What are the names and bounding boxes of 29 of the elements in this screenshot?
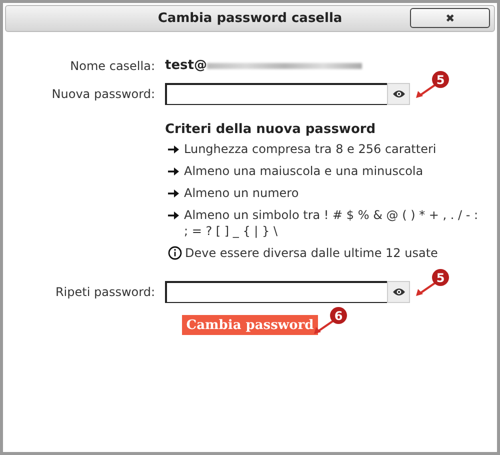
arrow-icon — [168, 167, 179, 176]
callout-badge: 5 — [432, 269, 449, 286]
callout-arrow — [415, 281, 437, 297]
criteria-heading: Criteri della nuova password — [165, 122, 377, 137]
show-password-button[interactable] — [387, 83, 410, 105]
criteria-text: Almeno un numero — [184, 185, 299, 201]
eye-icon — [392, 287, 406, 297]
callout-badge: 6 — [330, 307, 347, 324]
criteria-text: Deve essere diversa dalle ultime 12 usate — [185, 245, 438, 261]
criteria-text: Almeno un simbolo tra ! # $ % & @ ( ) * + , . / - : ; = ? [ ] _ { | } \ — [184, 207, 480, 239]
password-field[interactable] — [165, 83, 387, 105]
arrow-icon — [168, 211, 179, 220]
criteria-text: Almeno una maiuscola e una minuscola — [184, 163, 424, 179]
eye-icon — [392, 89, 406, 99]
info-icon — [168, 246, 182, 260]
callout-badge: 5 — [432, 71, 449, 88]
field-label: Nome casella: — [69, 58, 156, 72]
show-password-button[interactable] — [387, 281, 410, 303]
mailbox-name: test@ — [165, 58, 207, 73]
arrow-icon — [168, 189, 179, 198]
callout-arrow — [415, 83, 437, 99]
window-title: Cambia password casella — [158, 11, 342, 26]
close-button[interactable]: ✖ — [410, 8, 490, 28]
callout-arrow — [313, 319, 335, 335]
arrow-icon — [168, 145, 179, 154]
field-label: Nuova password: — [50, 87, 156, 101]
field-label: Ripeti password: — [54, 285, 156, 299]
criteria-text: Lunghezza compresa tra 8 e 256 caratteri — [184, 141, 436, 157]
password-field[interactable] — [165, 281, 387, 303]
